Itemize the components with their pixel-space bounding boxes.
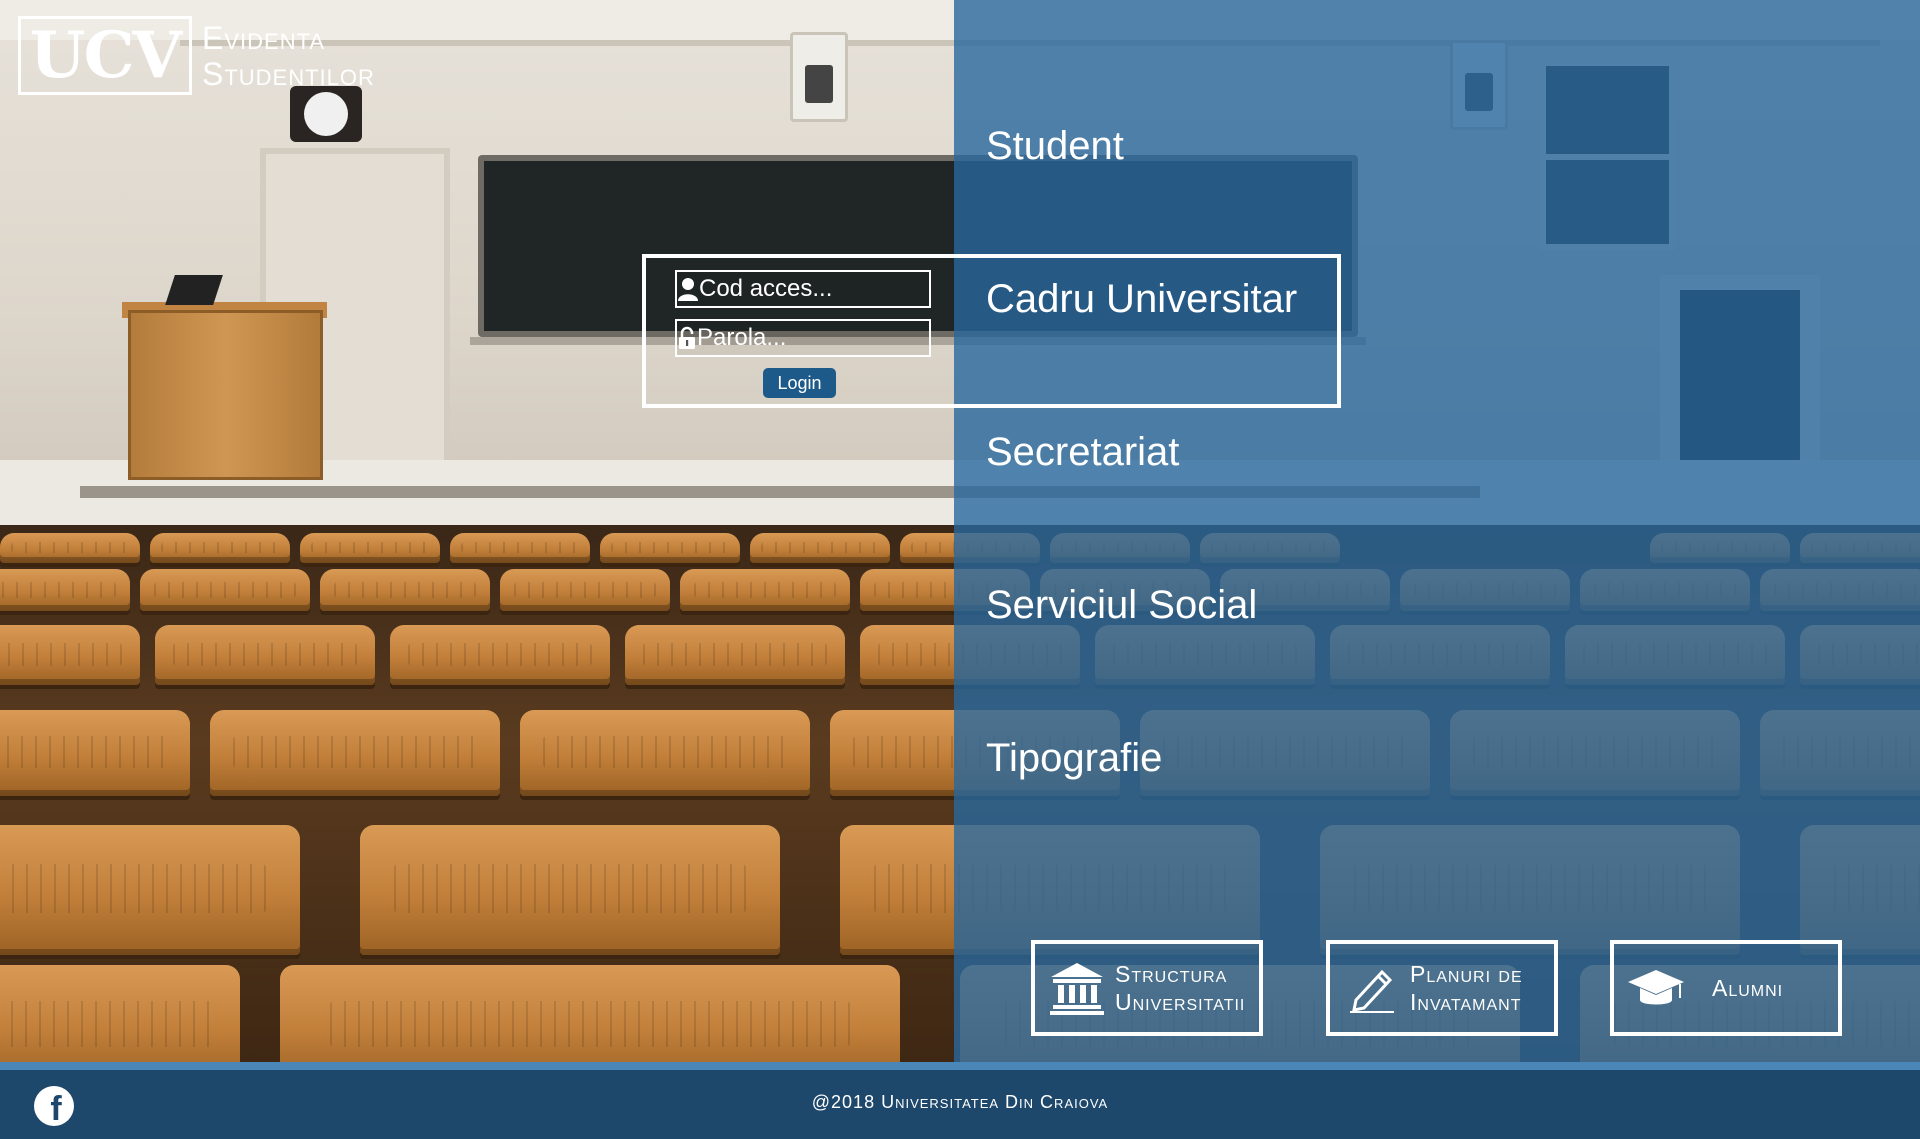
seat xyxy=(280,965,900,1062)
seat xyxy=(450,533,590,563)
wooden-podium xyxy=(128,310,323,480)
tile-label-line2: Universitatii xyxy=(1115,989,1246,1015)
access-code-input[interactable] xyxy=(699,272,1009,306)
tile-label: Alumni xyxy=(1712,974,1783,1002)
brand-header: UCV Evidenta Studentilor xyxy=(18,16,375,95)
seat xyxy=(360,825,780,955)
copyright-text: @2018 Universitatea Din Craiova xyxy=(811,1092,1109,1112)
seat xyxy=(0,825,300,955)
laptop xyxy=(165,275,223,305)
site-title-line1: Evidenta xyxy=(202,19,326,56)
graduation-cap-icon xyxy=(1626,958,1686,1018)
nav-item-secretariat[interactable]: Secretariat xyxy=(986,430,1179,475)
seat xyxy=(140,569,310,611)
seat xyxy=(150,533,290,563)
lock-icon xyxy=(677,321,697,355)
seat xyxy=(520,710,810,796)
tile-label-line2: Invatamant xyxy=(1410,989,1522,1015)
seat xyxy=(500,569,670,611)
password-input[interactable] xyxy=(697,321,1007,355)
seat xyxy=(0,569,130,611)
nav-item-tipografie[interactable]: Tipografie xyxy=(986,736,1162,781)
seat xyxy=(320,569,490,611)
seat xyxy=(0,710,190,796)
ucv-logo[interactable]: UCV xyxy=(18,16,192,95)
login-panel: Login xyxy=(642,254,1341,408)
seat xyxy=(300,533,440,563)
seat xyxy=(0,965,240,1062)
tile-label-line1: Structura xyxy=(1115,961,1228,987)
nav-item-serviciul-social[interactable]: Serviciul Social xyxy=(986,583,1257,628)
tile-label-line1: Alumni xyxy=(1712,975,1784,1001)
footer-accent-strip xyxy=(0,1062,1920,1070)
university-building-icon xyxy=(1047,958,1107,1018)
access-code-field xyxy=(675,270,1009,308)
seat xyxy=(750,533,890,563)
tile-label: Planuri de Invatamant xyxy=(1410,960,1523,1016)
seat xyxy=(0,625,140,685)
seat xyxy=(680,569,850,611)
tile-structura-universitatii[interactable]: Structura Universitatii xyxy=(1031,940,1263,1036)
logo-mark: UCV xyxy=(29,17,182,93)
wall-speaker xyxy=(790,32,848,122)
user-icon xyxy=(677,272,699,306)
site-title: Evidenta Studentilor xyxy=(202,20,375,92)
footer: f @2018 Universitatea Din Craiova xyxy=(0,1070,1920,1139)
tile-alumni[interactable]: Alumni xyxy=(1610,940,1842,1036)
seat xyxy=(210,710,500,796)
seat xyxy=(0,533,140,563)
tile-label-line1: Planuri de xyxy=(1410,961,1523,987)
pencil-icon xyxy=(1342,958,1402,1018)
site-title-line2: Studentilor xyxy=(202,55,375,92)
seat xyxy=(155,625,375,685)
password-field xyxy=(675,319,1007,357)
nav-item-student[interactable]: Student xyxy=(986,124,1124,169)
tile-label: Structura Universitatii xyxy=(1115,960,1245,1016)
seat xyxy=(600,533,740,563)
tile-planuri-de-invatamant[interactable]: Planuri de Invatamant xyxy=(1326,940,1558,1036)
login-button[interactable]: Login xyxy=(763,368,836,398)
seat xyxy=(625,625,845,685)
seat xyxy=(390,625,610,685)
